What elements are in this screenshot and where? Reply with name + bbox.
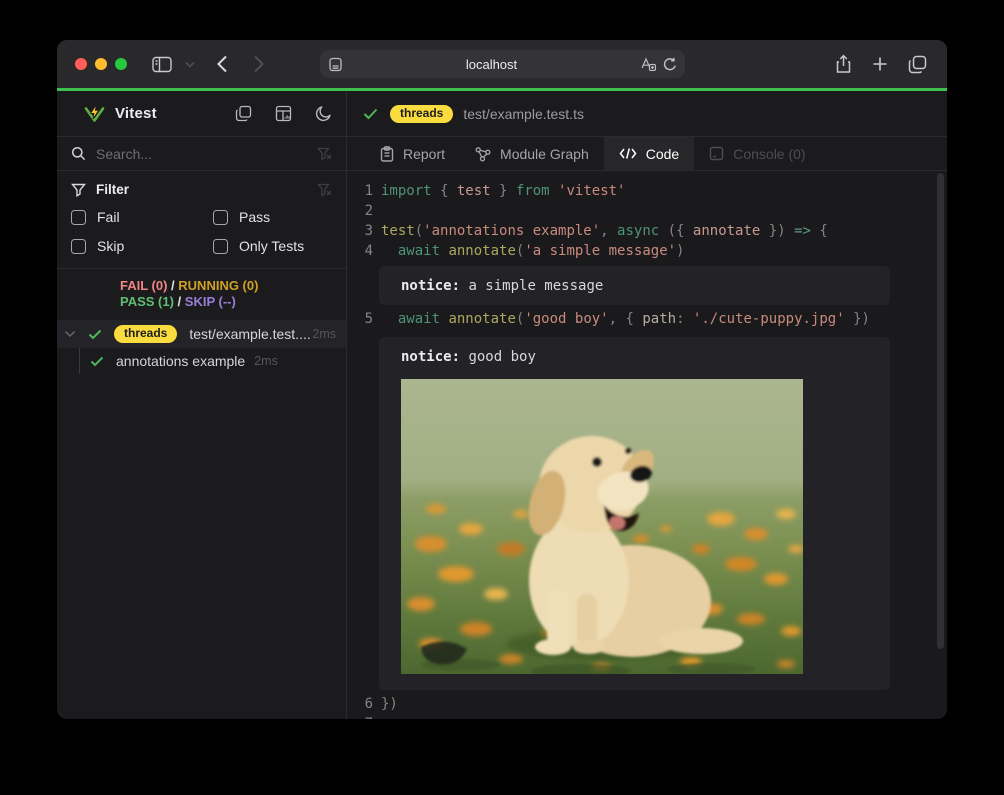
translate-icon[interactable]	[640, 57, 656, 71]
zoom-button[interactable]	[115, 58, 127, 70]
address-bar[interactable]: localhost	[320, 50, 685, 78]
code-line: 5 await annotate('good boy', { path: './…	[347, 309, 947, 329]
clear-search-filter-icon[interactable]	[317, 147, 332, 161]
test-duration: 2ms	[312, 327, 336, 341]
checkbox[interactable]	[213, 210, 228, 225]
test-case-name: annotations example	[116, 353, 245, 369]
test-file-name: test/example.test....	[189, 326, 310, 342]
search-icon	[71, 146, 86, 161]
share-icon	[835, 54, 852, 74]
browser-toolbar: localhost	[57, 40, 947, 88]
annotation-notice: notice: a simple message	[379, 266, 890, 305]
vitest-logo-icon	[84, 104, 105, 124]
tab-bar: Report Module Graph	[347, 137, 947, 171]
code-line: 4 await annotate('a simple message')	[347, 241, 947, 261]
clear-filter-icon[interactable]	[317, 183, 332, 197]
code-line: 6})	[347, 694, 947, 714]
clipboard-icon	[380, 146, 394, 162]
pool-badge: threads	[114, 325, 177, 343]
plus-icon	[872, 56, 888, 72]
file-header: threads test/example.test.ts	[347, 91, 947, 137]
chevron-down-icon[interactable]	[64, 330, 76, 338]
sidebar-toggle-icon	[152, 56, 172, 73]
annotation-notice-with-attachment: notice: good boy	[379, 337, 890, 690]
summary-line-fail-running: FAIL (0) / RUNNING (0)	[120, 278, 346, 294]
open-file-name: test/example.test.ts	[463, 106, 584, 122]
tab-module-graph[interactable]: Module Graph	[460, 137, 604, 170]
puppy-photo	[401, 379, 803, 674]
forward-icon	[253, 55, 264, 73]
test-file-row[interactable]: threads test/example.test.... 2ms	[57, 320, 346, 348]
sidebar-header: Vitest	[57, 91, 346, 137]
checkbox[interactable]	[213, 239, 228, 254]
tab-code[interactable]: Code	[604, 137, 694, 170]
share-button[interactable]	[835, 40, 852, 88]
scrollbar-thumb[interactable]	[937, 173, 944, 649]
back-icon	[217, 55, 228, 73]
sidebar: Vitest	[57, 91, 347, 719]
traffic-lights	[75, 58, 127, 70]
test-duration: 2ms	[254, 354, 278, 368]
url-text: localhost	[343, 57, 640, 72]
code-line: 3test('annotations example', async ({ an…	[347, 221, 947, 241]
filter-checkbox-pass[interactable]: Pass	[213, 209, 332, 225]
filter-checkbox-fail[interactable]: Fail	[71, 209, 213, 225]
test-summary: FAIL (0) / RUNNING (0) PASS (1) / SKIP (…	[57, 269, 346, 320]
chevron-down-icon	[185, 61, 195, 68]
code-icon	[619, 147, 637, 160]
dashboard-icon[interactable]	[275, 105, 292, 122]
dark-mode-moon-icon[interactable]	[315, 105, 332, 122]
filter-title: Filter	[96, 182, 129, 197]
browser-window: localhost	[57, 40, 947, 719]
summary-line-pass-skip: PASS (1) / SKIP (--)	[120, 294, 346, 310]
code-line: 7	[347, 714, 947, 719]
search-row	[57, 137, 346, 171]
expand-all-icon[interactable]	[235, 105, 252, 122]
console-icon	[709, 146, 724, 161]
sidebar-menu-chevron[interactable]	[185, 40, 195, 88]
checkbox[interactable]	[71, 210, 86, 225]
reload-icon[interactable]	[663, 57, 677, 72]
tab-overview-button[interactable]	[908, 40, 927, 88]
module-graph-icon	[475, 146, 491, 162]
checkbox[interactable]	[71, 239, 86, 254]
minimize-button[interactable]	[95, 58, 107, 70]
app-title: Vitest	[115, 105, 157, 122]
forward-button[interactable]	[253, 40, 264, 88]
pool-badge: threads	[390, 105, 453, 123]
close-button[interactable]	[75, 58, 87, 70]
check-icon	[90, 356, 104, 367]
new-tab-button[interactable]	[872, 40, 888, 88]
code-editor[interactable]: 1import { test } from 'vitest' 2 3test('…	[347, 171, 947, 719]
check-icon	[88, 329, 102, 340]
code-line: 1import { test } from 'vitest'	[347, 181, 947, 201]
tabs-icon	[908, 55, 927, 74]
tab-console[interactable]: Console (0)	[694, 137, 820, 170]
main-panel: threads test/example.test.ts Report	[347, 91, 947, 719]
filter-funnel-icon	[71, 183, 86, 197]
sidebar-toggle-button[interactable]	[152, 40, 172, 88]
filter-section: Filter Fail	[57, 171, 346, 269]
filter-checkbox-only-tests[interactable]: Only Tests	[213, 238, 332, 254]
check-icon	[363, 108, 378, 120]
test-case-row[interactable]: annotations example 2ms	[57, 348, 346, 374]
page-settings-icon[interactable]	[328, 57, 343, 72]
filter-checkbox-skip[interactable]: Skip	[71, 238, 213, 254]
tab-report[interactable]: Report	[365, 137, 460, 170]
code-line: 2	[347, 201, 947, 221]
back-button[interactable]	[217, 40, 228, 88]
search-input[interactable]	[96, 146, 307, 162]
tree-indent-guide	[79, 348, 80, 374]
